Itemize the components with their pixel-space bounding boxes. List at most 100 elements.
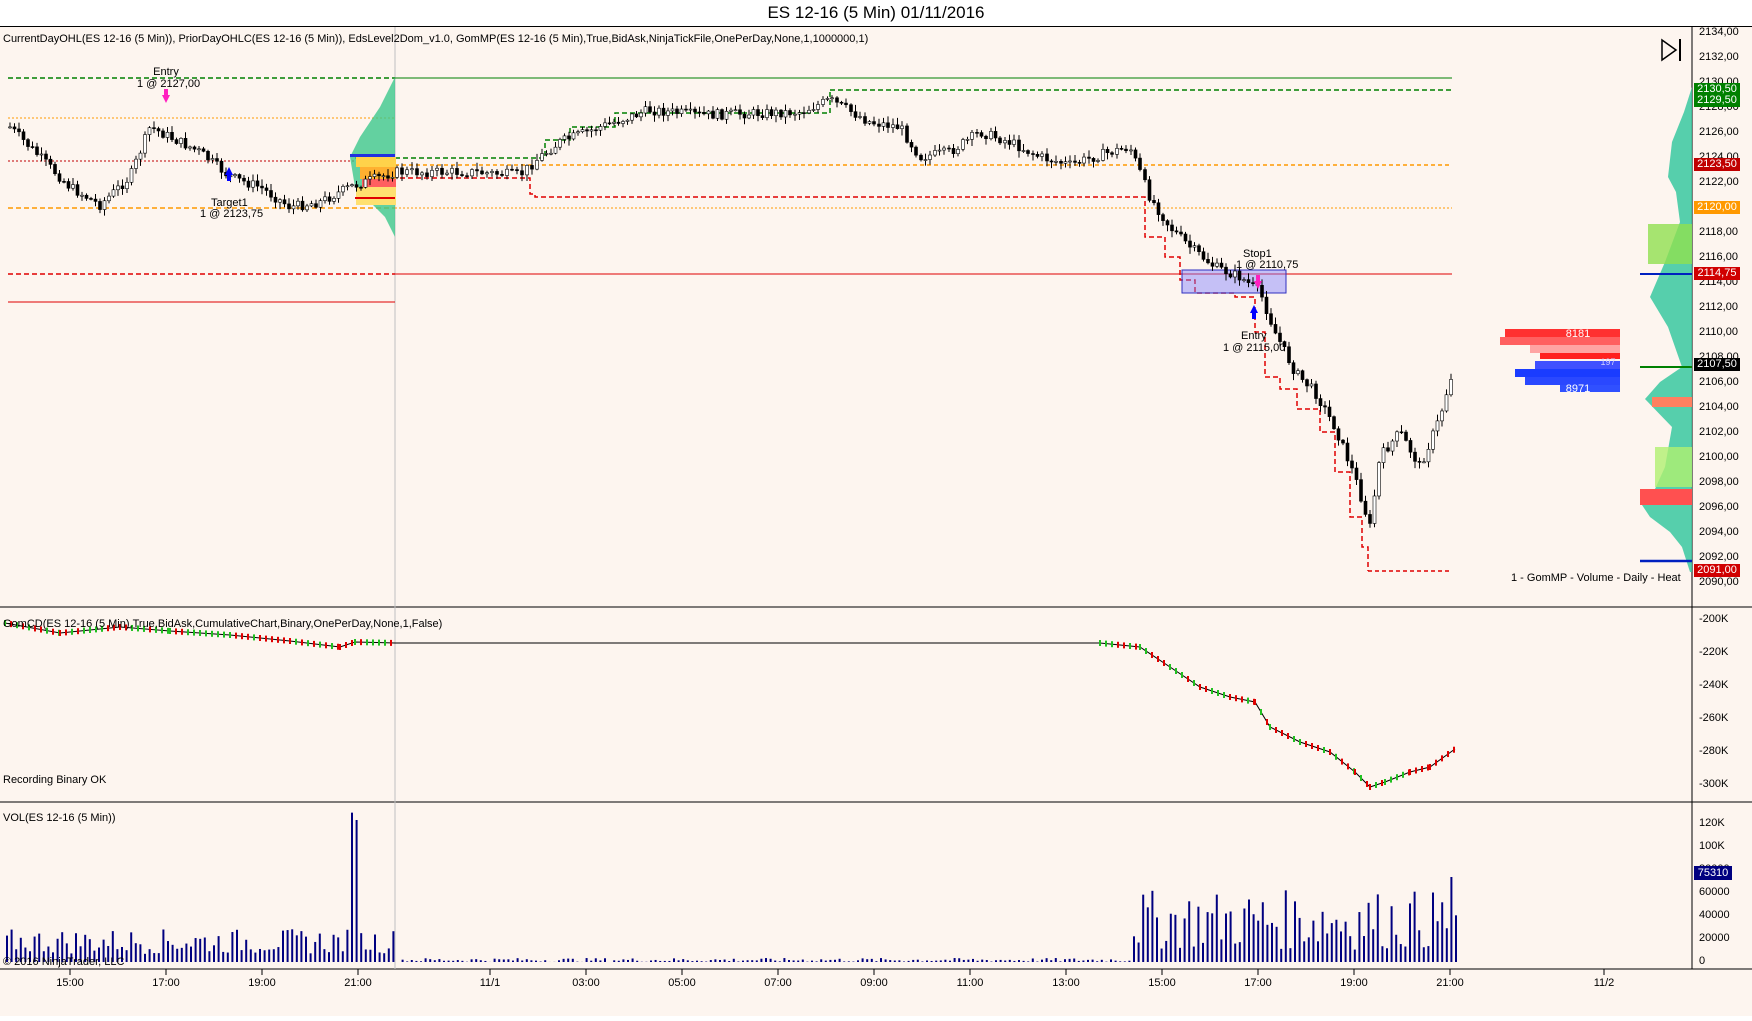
candle-body [261,186,264,188]
price-badge: 2123,50 [1694,158,1740,171]
volume-bar [1423,947,1425,962]
candle-body [859,117,862,118]
cd-bar [1223,692,1225,698]
cd-bar [1129,643,1131,649]
candle-body [1391,441,1394,451]
volume-bar [760,959,762,962]
candle-body [421,173,424,175]
cd-bar [253,634,255,640]
annotation-entry-1: Entry [140,66,192,78]
volume-bar [1027,961,1029,962]
candle-body [1148,180,1151,201]
volume-bar [1418,930,1420,962]
volume-bar [328,952,330,962]
cd-bar [247,634,249,640]
volume-bar [747,960,749,962]
volume-bar [365,949,367,962]
annotation-entry-2-detail: 1 @ 2115,00 [1223,342,1285,354]
volume-bar [921,961,923,962]
volume-bar [1280,949,1282,962]
skip-to-end-icon[interactable] [1662,39,1680,61]
candle-body [812,109,815,110]
candle-body [1069,161,1072,162]
volume-bar [1018,960,1020,962]
cd-bar [1211,688,1213,694]
candle-body [626,120,629,121]
candle-body [635,114,638,117]
volume-bar [1115,961,1117,962]
entry2-arrow-up-icon [1250,305,1258,319]
candle-body [604,123,607,127]
cd-bar [1427,765,1429,771]
volume-bar [443,961,445,962]
cd-bar [211,631,213,637]
candle-body [99,201,102,209]
cd-bar [331,643,333,649]
candle-body [1373,496,1376,523]
cumulative-delta-series [4,620,1455,790]
candle-body [511,169,514,170]
cd-axis-tick: -280K [1699,745,1728,757]
volume-axis-tick: 20000 [1699,932,1730,944]
volume-bar [1225,914,1227,962]
volume-bar [337,937,339,962]
volume-bar [816,961,818,962]
volume-bar [774,961,776,962]
candle-body [703,112,706,113]
candle-body [536,160,539,169]
volume-bar [1234,944,1236,962]
cd-bar [1151,652,1153,658]
candle-body [220,161,223,172]
candle-body [980,133,983,137]
volume-bar [825,961,827,962]
candle-body [775,110,778,116]
candle-body [1292,363,1295,374]
candle-body [1004,140,1007,142]
candle-body [698,112,701,113]
volume-bar [388,948,390,962]
volume-bar [333,935,335,962]
candle-body [1018,140,1021,151]
candle-body [803,113,806,114]
cd-bar [360,639,362,645]
cd-bar [1117,642,1119,648]
volume-bar [604,958,606,962]
candle-body [148,128,151,135]
candle-body [1216,263,1219,266]
volume-bar [323,949,325,962]
candle-body [198,149,201,150]
candle-body [920,155,923,160]
volume-bar [1064,959,1066,962]
chart-svg[interactable]: 8181 8971 197 [0,27,1752,1016]
candle-body [382,176,385,177]
cd-bar [193,630,195,636]
candle-body [18,129,21,132]
candle-body [658,108,661,115]
candlesticks [9,95,1453,528]
volume-bar [144,954,146,962]
volume-bar [673,958,675,962]
candle-body [378,174,381,176]
volume-bar [885,959,887,962]
candle-body [662,108,665,115]
cd-bar [277,637,279,643]
volume-bar [977,961,979,962]
dom-ladder: 8181 8971 197 [1500,328,1620,395]
candle-body [355,185,358,188]
volume-bar [650,961,652,962]
candle-body [112,190,115,196]
price-badge: 2107,50 [1694,358,1740,371]
candle-body [1405,432,1408,440]
cd-bar [384,640,386,646]
volume-bar [130,932,132,962]
candle-body [1324,406,1327,407]
chart-title: ES 12-16 (5 Min) 01/11/2016 [0,0,1752,26]
volume-bar [319,934,321,962]
volume-bar [1345,922,1347,962]
annotation-label: Entry [140,66,192,78]
volume-bar [204,937,206,962]
chart-area[interactable]: 8181 8971 197 CurrentDayOHL(ES 12-16 (5 … [0,26,1752,1016]
candle-body [906,126,909,142]
candle-body [901,126,904,129]
candle-body [822,99,825,104]
